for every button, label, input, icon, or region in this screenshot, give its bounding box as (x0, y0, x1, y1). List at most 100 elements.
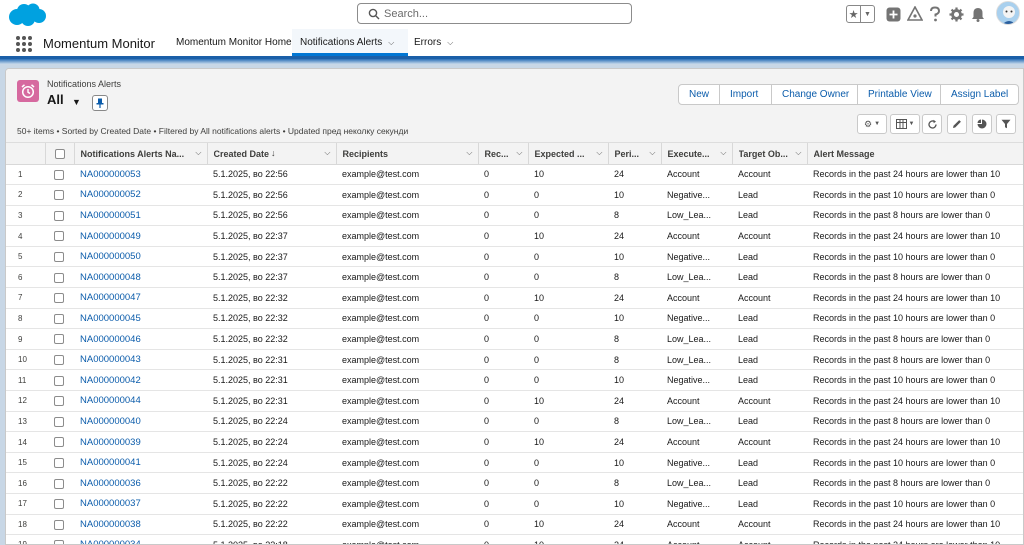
row-select-cell[interactable] (45, 287, 74, 309)
row-select-cell[interactable] (45, 452, 74, 474)
alert-name-link[interactable]: NA000000040 (74, 411, 207, 433)
row-checkbox[interactable] (54, 190, 64, 201)
row-select-cell[interactable] (45, 534, 74, 544)
row-select-cell[interactable] (45, 184, 74, 206)
table-row[interactable]: 9 NA000000046 5.1.2025, во 22:32 example@te… (6, 328, 1023, 350)
row-checkbox[interactable] (54, 396, 64, 407)
row-checkbox[interactable] (54, 437, 64, 448)
setup-gear-icon[interactable] (947, 5, 965, 23)
alert-name-link[interactable]: NA000000048 (74, 266, 207, 289)
alert-name-link[interactable]: NA000000037 (74, 493, 207, 515)
row-checkbox[interactable] (54, 169, 64, 180)
new-button[interactable]: New (679, 85, 719, 104)
column-header-target-object[interactable]: Target Ob... ⌵ (732, 143, 808, 165)
assign-label-button[interactable]: Assign Label (940, 85, 1018, 104)
table-row[interactable]: 6 NA000000048 5.1.2025, во 22:37 example@te… (6, 266, 1023, 289)
inline-edit-button[interactable] (947, 114, 967, 134)
chevron-down-icon[interactable]: ⌵ (388, 29, 394, 57)
row-checkbox[interactable] (54, 457, 64, 468)
table-row[interactable]: 11 NA000000042 5.1.2025, во 22:31 example@t… (6, 369, 1023, 392)
column-header-name[interactable]: Notifications Alerts Na... ⌵ (74, 143, 208, 165)
row-select-cell[interactable] (45, 472, 74, 494)
alert-name-link[interactable]: NA000000034 (74, 534, 207, 544)
alert-name-link[interactable]: NA000000049 (74, 225, 207, 247)
alert-name-link[interactable]: NA000000052 (74, 184, 207, 206)
filters-button[interactable] (996, 114, 1016, 134)
row-select-cell[interactable] (45, 266, 74, 289)
row-select-cell[interactable] (45, 328, 74, 350)
select-all-checkbox[interactable] (54, 148, 65, 159)
chevron-down-icon[interactable]: ▼ (860, 6, 874, 22)
alert-name-link[interactable]: NA000000051 (74, 205, 207, 227)
alert-name-link[interactable]: NA000000036 (74, 472, 207, 494)
row-select-cell[interactable] (45, 308, 74, 330)
list-view-controls-button[interactable]: ⚙ ▼ (857, 114, 887, 134)
row-checkbox[interactable] (54, 540, 64, 544)
global-actions-plus-icon[interactable] (884, 5, 902, 23)
row-checkbox[interactable] (54, 478, 64, 489)
row-checkbox[interactable] (54, 519, 64, 530)
alert-name-link[interactable]: NA000000050 (74, 246, 207, 268)
row-select-cell[interactable] (45, 349, 74, 371)
row-checkbox[interactable] (54, 251, 64, 262)
alert-name-link[interactable]: NA000000047 (74, 287, 207, 309)
select-all-header[interactable] (45, 143, 75, 165)
row-checkbox[interactable] (54, 334, 64, 345)
table-row[interactable]: 19 NA000000034 5.1.2025, во 22:18 example@t… (6, 534, 1023, 544)
table-row[interactable]: 4 NA000000049 5.1.2025, во 22:37 example@te… (6, 225, 1023, 247)
list-view-name[interactable]: All (47, 92, 64, 107)
row-select-cell[interactable] (45, 369, 74, 392)
table-row[interactable]: 10 NA000000043 5.1.2025, во 22:31 example@t… (6, 349, 1023, 371)
star-icon[interactable]: ★ (847, 6, 860, 22)
row-checkbox[interactable] (54, 272, 64, 283)
notifications-bell-icon[interactable] (969, 5, 987, 23)
app-launcher-waffle-icon[interactable] (16, 36, 32, 52)
row-checkbox[interactable] (54, 354, 64, 365)
row-select-cell[interactable] (45, 225, 74, 247)
row-checkbox[interactable] (54, 499, 64, 510)
import-button[interactable]: Import (719, 85, 771, 104)
pin-list-view-button[interactable] (92, 95, 108, 111)
table-row[interactable]: 12 NA000000044 5.1.2025, во 22:31 example@t… (6, 390, 1023, 412)
row-checkbox[interactable] (54, 210, 64, 221)
chevron-down-icon[interactable]: ⌵ (447, 29, 453, 57)
column-header-created-date[interactable]: Created Date ↓ ⌵ (207, 143, 337, 165)
show-charts-button[interactable] (972, 114, 992, 134)
column-header-expected[interactable]: Expected ... ⌵ (528, 143, 609, 165)
search-input[interactable] (384, 5, 624, 22)
nav-tab-home[interactable]: Momentum Monitor Home (174, 29, 294, 56)
table-row[interactable]: 13 NA000000040 5.1.2025, во 22:24 example@t… (6, 411, 1023, 433)
chevron-down-icon[interactable]: ⌵ (649, 148, 655, 158)
chevron-down-icon[interactable]: ⌵ (466, 148, 472, 158)
row-checkbox[interactable] (54, 416, 64, 427)
chevron-down-icon[interactable]: ⌵ (720, 148, 726, 158)
row-select-cell[interactable] (45, 390, 74, 412)
table-row[interactable]: 14 NA000000039 5.1.2025, во 22:24 example@t… (6, 431, 1023, 453)
favorites-button[interactable]: ★ ▼ (846, 5, 875, 23)
printable-view-button[interactable]: Printable View (857, 85, 940, 104)
table-row[interactable]: 8 NA000000045 5.1.2025, во 22:32 example@te… (6, 308, 1023, 330)
row-select-cell[interactable] (45, 246, 74, 268)
table-row[interactable]: 16 NA000000036 5.1.2025, во 22:22 example@t… (6, 472, 1023, 494)
alert-name-link[interactable]: NA000000043 (74, 349, 207, 371)
change-owner-button[interactable]: Change Owner (771, 85, 857, 104)
alert-name-link[interactable]: NA000000042 (74, 369, 207, 392)
nav-tab-notifications-alerts[interactable]: Notifications Alerts ⌵ (292, 29, 408, 56)
refresh-button[interactable] (922, 114, 942, 134)
table-row[interactable]: 15 NA000000041 5.1.2025, во 22:24 example@t… (6, 452, 1023, 474)
column-header-period[interactable]: Peri... ⌵ (608, 143, 662, 165)
row-select-cell[interactable] (45, 411, 74, 433)
global-search[interactable] (357, 3, 632, 24)
row-select-cell[interactable] (45, 205, 74, 227)
trailhead-icon[interactable] (906, 5, 924, 23)
column-header-execute[interactable]: Execute... ⌵ (661, 143, 733, 165)
row-select-cell[interactable] (45, 164, 74, 186)
chevron-down-icon[interactable]: ⌵ (324, 148, 330, 158)
alert-name-link[interactable]: NA000000045 (74, 308, 207, 330)
column-header-alert-message[interactable]: Alert Message (807, 143, 1023, 165)
salesforce-cloud-logo[interactable] (6, 2, 48, 28)
help-icon[interactable] (926, 5, 944, 23)
alert-name-link[interactable]: NA000000046 (74, 328, 207, 350)
alert-name-link[interactable]: NA000000039 (74, 431, 207, 453)
row-select-cell[interactable] (45, 431, 74, 453)
